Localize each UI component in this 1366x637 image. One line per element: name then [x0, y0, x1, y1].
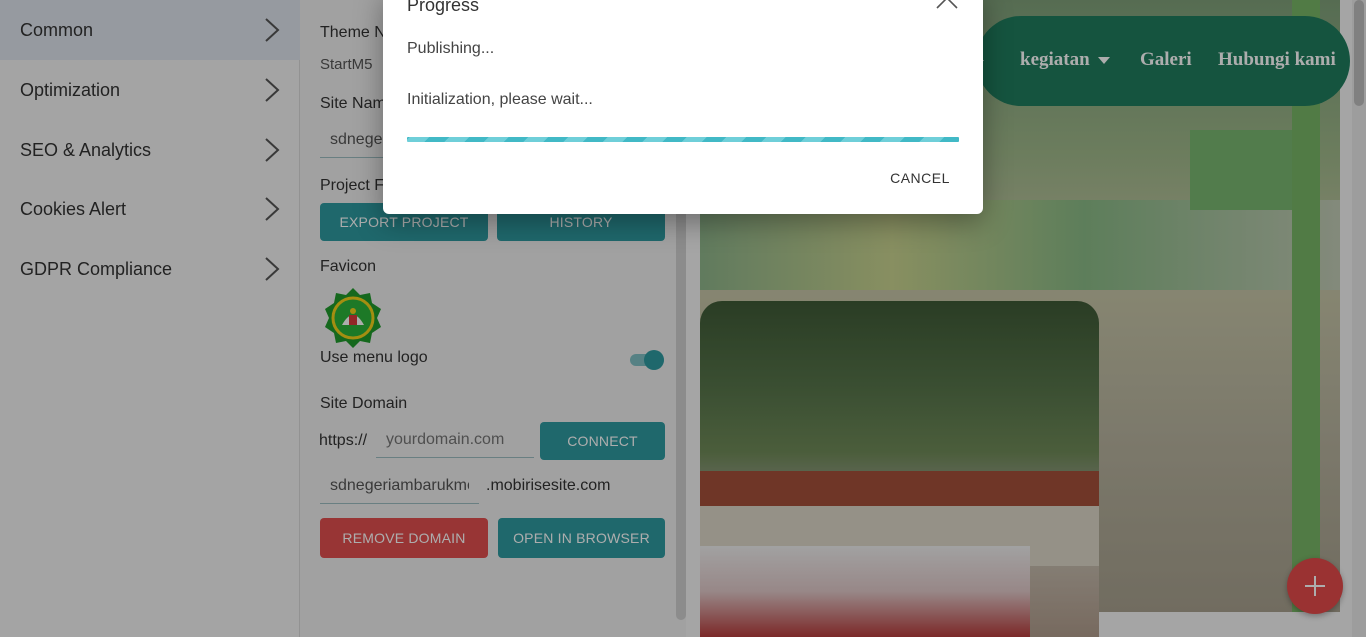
dialog-title: Progress [407, 0, 480, 15]
cancel-button[interactable]: CANCEL [879, 166, 961, 190]
dialog-status: Publishing... [407, 40, 495, 57]
dialog-detail: Initialization, please wait... [407, 91, 593, 108]
close-icon[interactable] [936, 0, 958, 9]
progress-bar [407, 137, 959, 142]
progress-dialog: Progress Publishing... Initialization, p… [383, 0, 983, 214]
